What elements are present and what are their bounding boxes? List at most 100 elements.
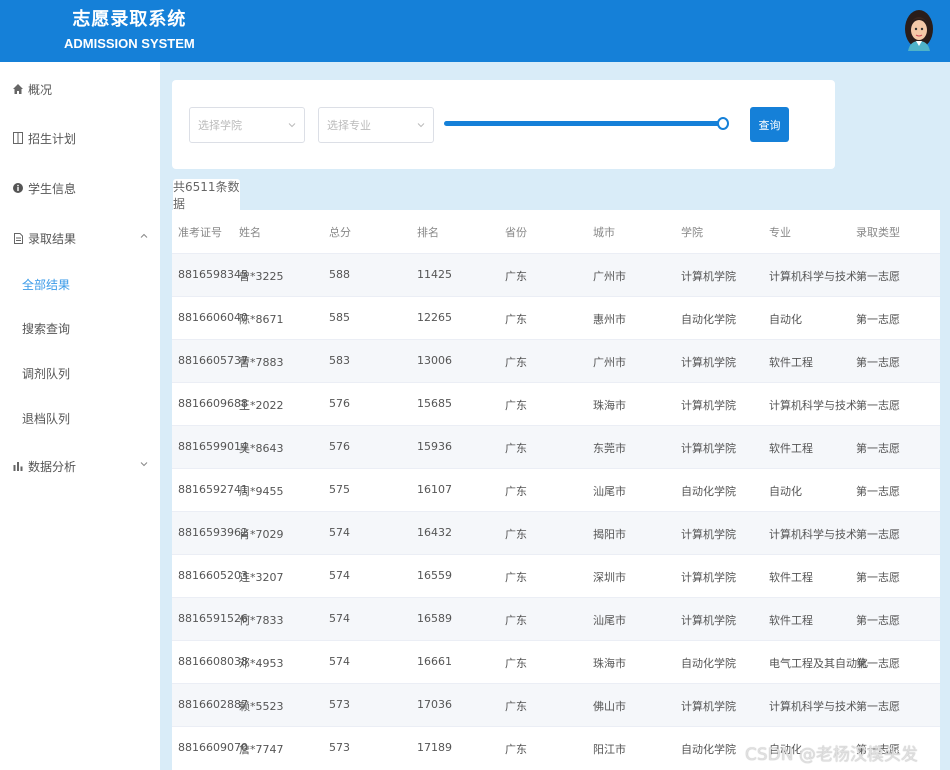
table-cell: 何*7833	[239, 614, 284, 627]
score-slider-track[interactable]	[444, 121, 722, 126]
sidebar-item-label: 学生信息	[28, 181, 77, 196]
table-cell: 13006	[417, 354, 452, 367]
table-cell: 广东	[505, 571, 527, 584]
table-cell: 自动化	[769, 485, 802, 498]
table-cell: 8816608038	[178, 655, 248, 668]
bar-chart-icon	[13, 460, 23, 472]
user-avatar-icon[interactable]	[904, 9, 934, 51]
table-cell: 16107	[417, 483, 452, 496]
table-cell: 第一志愿	[856, 528, 900, 541]
table-cell: 周*9455	[239, 485, 284, 498]
table-cell: 广东	[505, 399, 527, 412]
sidebar-subitem-search[interactable]: 搜索查询	[0, 310, 160, 346]
column-header: 学院	[681, 226, 703, 239]
sidebar-subitem-all-results[interactable]: 全部结果	[0, 266, 160, 302]
table-row[interactable]: 8816606040 陈*8671 585 12265 广东 惠州市 自动化学院 自动化 第一志…	[172, 296, 940, 339]
app-title: 志愿录取系统	[72, 9, 187, 30]
table-cell: 8816598345	[178, 268, 248, 281]
column-header: 准考证号	[178, 226, 222, 239]
query-button[interactable]: 查询	[750, 107, 789, 142]
table-cell: 16661	[417, 655, 452, 668]
table-cell: 8816609070	[178, 741, 248, 754]
table-row[interactable]: 8816592741 周*9455 575 16107 广东 汕尾市 自动化学院 自动化 第一志…	[172, 468, 940, 511]
major-select[interactable]: 选择专业	[318, 107, 434, 143]
table-cell: 珠海市	[593, 399, 626, 412]
sidebar: 概况 招生计划 学生信息 录取结果 全部结果 搜索查询 调剂队列 退档队列 数据…	[0, 62, 160, 770]
table-cell: 软件工程	[769, 614, 813, 627]
table-cell: 583	[329, 354, 350, 367]
sidebar-subitem-label: 退档队列	[22, 411, 71, 426]
table-cell: 珠海市	[593, 657, 626, 670]
table-cell: 第一志愿	[856, 485, 900, 498]
table-cell: 第一志愿	[856, 442, 900, 455]
table-cell: 8816605203	[178, 569, 248, 582]
table-cell: 8816592741	[178, 483, 248, 496]
sidebar-item-label: 招生计划	[28, 131, 77, 146]
table-cell: 深圳市	[593, 571, 626, 584]
table-cell: 陈*8671	[239, 313, 284, 326]
sidebar-item-results[interactable]: 录取结果	[0, 218, 160, 258]
table-cell: 574	[329, 569, 350, 582]
table-cell: 第一志愿	[856, 356, 900, 369]
table-cell: 588	[329, 268, 350, 281]
table-row[interactable]: 8816598345 曾*3225 588 11425 广东 广州市 计算机学院 计算机科学与…	[172, 253, 940, 296]
table-row[interactable]: 8816599014 吴*8643 576 15936 广东 东莞市 计算机学院 软件工程 第一…	[172, 425, 940, 468]
app-subtitle: ADMISSION SYSTEM	[64, 36, 195, 51]
table-cell: 585	[329, 311, 350, 324]
table-cell: 惠州市	[593, 313, 626, 326]
sidebar-item-analysis[interactable]: 数据分析	[0, 446, 160, 486]
column-header: 专业	[769, 226, 791, 239]
table-row[interactable]: 8816605737 曹*7883 583 13006 广东 广州市 计算机学院 软件工程 第一…	[172, 339, 940, 382]
table-cell: 计算机科学与技术	[769, 399, 857, 412]
table-cell: 计算机学院	[681, 528, 736, 541]
sidebar-subitem-reject-queue[interactable]: 退档队列	[0, 400, 160, 436]
table-cell: 广东	[505, 270, 527, 283]
table-cell: 16589	[417, 612, 452, 625]
sidebar-item-overview[interactable]: 概况	[0, 69, 160, 109]
table-cell: 电气工程及其自动化	[769, 657, 868, 670]
sidebar-item-label: 概况	[28, 82, 53, 97]
table-cell: 广东	[505, 313, 527, 326]
table-cell: 576	[329, 440, 350, 453]
column-header: 录取类型	[856, 226, 900, 239]
table-cell: 第一志愿	[856, 571, 900, 584]
table-cell: 第一志愿	[856, 399, 900, 412]
table-row[interactable]: 8816591526 何*7833 574 16589 广东 汕尾市 计算机学院 软件工程 第一…	[172, 597, 940, 640]
table-cell: 计算机学院	[681, 571, 736, 584]
sidebar-subitem-label: 搜索查询	[22, 321, 71, 336]
college-select[interactable]: 选择学院	[189, 107, 305, 143]
table-cell: 17189	[417, 741, 452, 754]
sidebar-item-students[interactable]: 学生信息	[0, 168, 160, 208]
table-cell: 第一志愿	[856, 313, 900, 326]
table-row[interactable]: 8816609688 王*2022 576 15685 广东 珠海市 计算机学院 计算机科学与…	[172, 382, 940, 425]
table-cell: 詹*7747	[239, 743, 284, 756]
sidebar-subitem-adjust-queue[interactable]: 调剂队列	[0, 355, 160, 391]
table-cell: 计算机科学与技术	[769, 270, 857, 283]
table-cell: 广东	[505, 528, 527, 541]
table-row[interactable]: 8816605203 连*3207 574 16559 广东 深圳市 计算机学院 软件工程 第一…	[172, 554, 940, 597]
results-table: 准考证号 姓名 总分 排名 省份 城市 学院 专业 录取类型 8816598345 曾*3225 5…	[172, 210, 940, 770]
table-cell: 曾*3225	[239, 270, 284, 283]
table-cell: 广东	[505, 700, 527, 713]
filter-panel: 选择学院 选择专业 查询	[172, 80, 835, 169]
table-row[interactable]: 8816608038 邓*4953 574 16661 广东 珠海市 自动化学院 电气工程及其…	[172, 640, 940, 683]
table-cell: 11425	[417, 268, 452, 281]
document-icon	[13, 232, 23, 244]
table-cell: 佛山市	[593, 700, 626, 713]
table-cell: 576	[329, 397, 350, 410]
table-cell: 8816609688	[178, 397, 248, 410]
table-cell: 第一志愿	[856, 270, 900, 283]
table-cell: 曹*7883	[239, 356, 284, 369]
score-slider-handle[interactable]	[717, 117, 729, 130]
column-header: 总分	[329, 226, 351, 239]
table-row[interactable]: 8816602887 赖*5523 573 17036 广东 佛山市 计算机学院 计算机科学与…	[172, 683, 940, 726]
chevron-down-icon	[288, 123, 296, 128]
table-cell: 阳江市	[593, 743, 626, 756]
table-cell: 广东	[505, 614, 527, 627]
table-cell: 广东	[505, 356, 527, 369]
table-row[interactable]: 8816593962 肖*7029 574 16432 广东 揭阳市 计算机学院 计算机科学与…	[172, 511, 940, 554]
sidebar-item-plan[interactable]: 招生计划	[0, 118, 160, 158]
column-header: 省份	[505, 226, 527, 239]
book-icon	[13, 132, 23, 144]
brand-logo[interactable]: 志愿录取系统 ADMISSION SYSTEM	[64, 8, 195, 53]
